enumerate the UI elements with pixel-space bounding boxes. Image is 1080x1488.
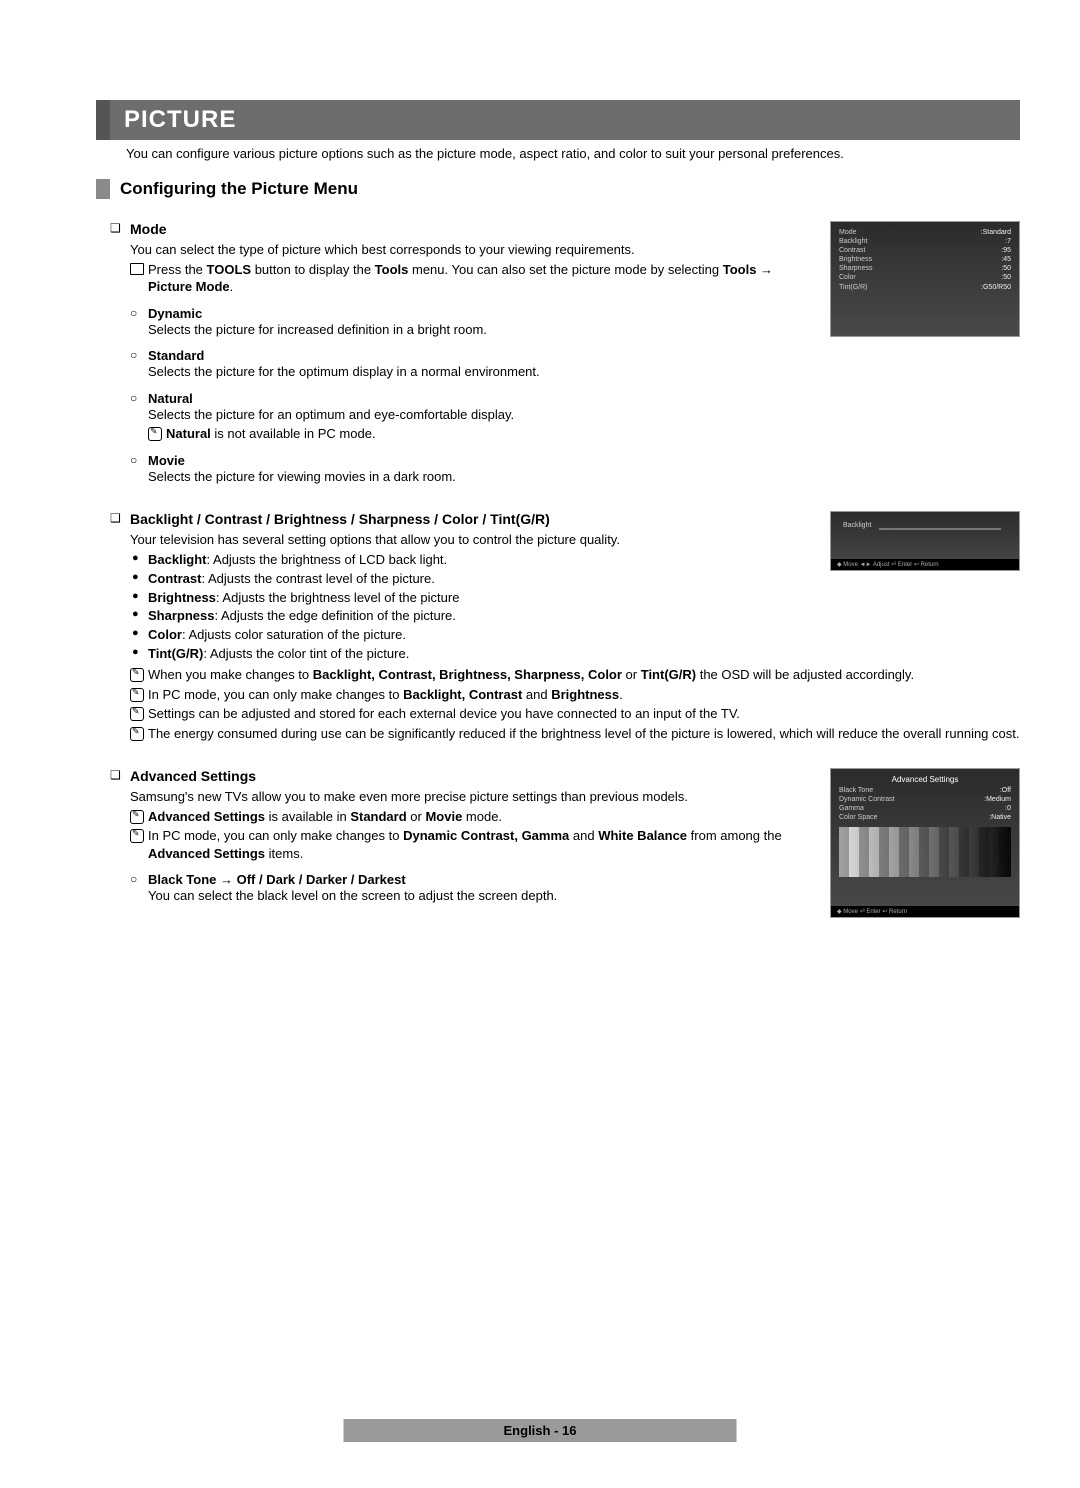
mode-heading: Mode <box>130 221 167 237</box>
mode-natural-note: Natural is not available in PC mode. <box>110 425 1020 443</box>
mode-standard: Standard Selects the picture for the opt… <box>110 348 1020 381</box>
section-title: Configuring the Picture Menu <box>96 179 1020 199</box>
adv-heading: Advanced Settings <box>130 768 256 784</box>
adv-note-1: Advanced Settings is available in Standa… <box>110 808 1020 826</box>
bc-note-4: The energy consumed during use can be si… <box>110 725 1020 743</box>
bc-brightness: Brightness: Adjusts the brightness level… <box>110 589 1020 608</box>
bc-note-2: In PC mode, you can only make changes to… <box>110 686 1020 704</box>
bc-color: Color: Adjusts color saturation of the p… <box>110 626 1020 645</box>
mode-natural: Natural Selects the picture for an optim… <box>110 391 1020 424</box>
bc-note-1: When you make changes to Backlight, Cont… <box>110 666 1020 684</box>
bc-tint: Tint(G/R): Adjusts the color tint of the… <box>110 645 1020 664</box>
mode-tools-hint: Press the TOOLS button to display the To… <box>110 261 1020 296</box>
bc-note-3: Settings can be adjusted and stored for … <box>110 705 1020 723</box>
bc-heading: Backlight / Contrast / Brightness / Shar… <box>130 511 550 527</box>
bc-sharpness: Sharpness: Adjusts the edge definition o… <box>110 607 1020 626</box>
bc-block: Backlight ◆ Move ◄► Adjust ⏎ Enter ↩ Ret… <box>110 511 1020 742</box>
bc-backlight: Backlight: Adjusts the brightness of LCD… <box>110 551 1020 570</box>
mode-movie: Movie Selects the picture for viewing mo… <box>110 453 1020 486</box>
page-footer: English - 16 <box>344 1419 737 1442</box>
adv-note-2: In PC mode, you can only make changes to… <box>110 827 1020 862</box>
mode-block: Mode:Standard Backlight:7 Contrast:95 Br… <box>110 221 1020 485</box>
mode-dynamic: Dynamic Selects the picture for increase… <box>110 306 1020 339</box>
page-header: PICTURE <box>96 100 1020 140</box>
intro-text: You can configure various picture option… <box>126 146 1020 161</box>
bc-contrast: Contrast: Adjusts the contrast level of … <box>110 570 1020 589</box>
adv-blacktone: Black Tone → Off / Dark / Darker / Darke… <box>110 872 1020 905</box>
adv-block: Advanced Settings Black Tone:Off Dynamic… <box>110 768 1020 926</box>
